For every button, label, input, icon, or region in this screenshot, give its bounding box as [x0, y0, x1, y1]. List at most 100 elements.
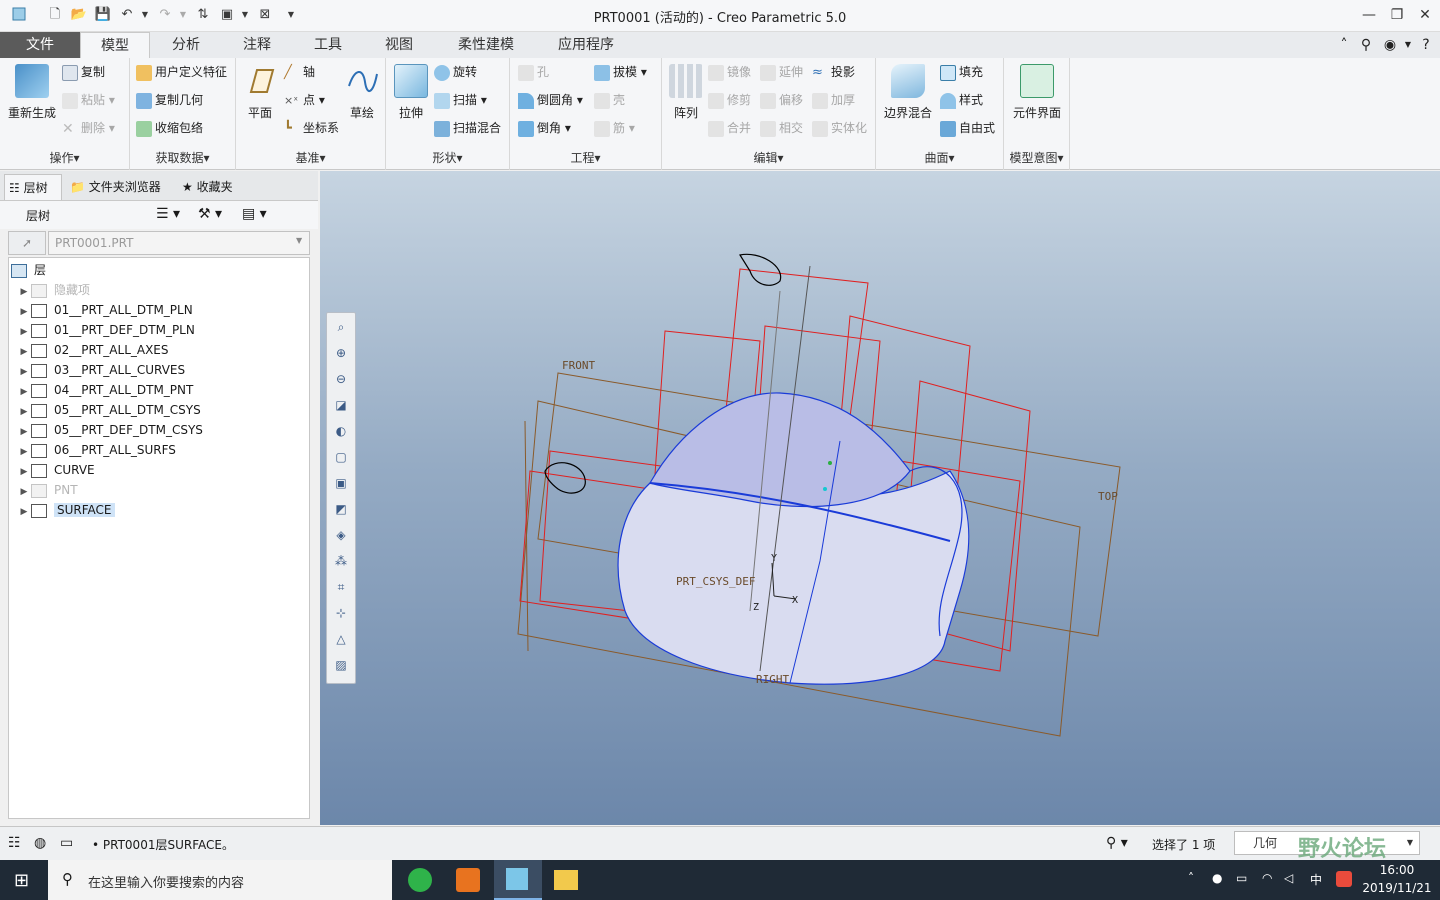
- draft-button[interactable]: 拔模 ▾: [594, 61, 647, 83]
- extend-button[interactable]: 延伸: [760, 61, 803, 83]
- pattern-button[interactable]: 阵列: [666, 64, 706, 121]
- expand-arrow-icon[interactable]: ▶: [17, 462, 31, 482]
- group-get-data-label[interactable]: 获取数据▾: [130, 149, 235, 166]
- combo-dropdown-icon[interactable]: ▼: [296, 236, 302, 245]
- expand-arrow-icon[interactable]: ▶: [17, 342, 31, 362]
- collapse-ribbon-icon[interactable]: ˄: [1334, 35, 1354, 55]
- sogou-icon[interactable]: [1336, 871, 1352, 887]
- tab-view[interactable]: 视图: [364, 32, 434, 58]
- style-button[interactable]: 样式: [940, 89, 983, 111]
- tree-root[interactable]: 层: [11, 260, 46, 280]
- view-manager-icon[interactable]: ▣: [333, 475, 349, 491]
- tab-analysis[interactable]: 分析: [152, 32, 220, 58]
- rib-button[interactable]: 筋 ▾: [594, 117, 635, 139]
- browser-app-icon[interactable]: [408, 868, 432, 892]
- qq-icon[interactable]: ●: [1212, 871, 1222, 885]
- fullscreen-icon[interactable]: ▭: [60, 835, 73, 851]
- tab-model[interactable]: 模型: [80, 32, 150, 59]
- layer-row[interactable]: ▶ 05__PRT_DEF_DTM_CSYS: [17, 420, 203, 440]
- extrude-button[interactable]: 拉伸: [390, 64, 432, 121]
- display-style-icon[interactable]: ◐: [333, 423, 349, 439]
- solidify-button[interactable]: 实体化: [812, 117, 867, 139]
- windows-start-icon[interactable]: ⊞: [14, 870, 29, 891]
- thicken-button[interactable]: 加厚: [812, 89, 855, 111]
- csys-display-icon[interactable]: △: [333, 631, 349, 647]
- battery-icon[interactable]: ▭: [1236, 871, 1247, 885]
- layer-row[interactable]: ▶ PNT: [17, 480, 78, 500]
- taskbar-search[interactable]: ⚲ 在这里输入你要搜索的内容: [48, 860, 392, 900]
- group-surfaces-label[interactable]: 曲面▾: [876, 149, 1003, 166]
- layer-row[interactable]: ▶ 02__PRT_ALL_AXES: [17, 340, 169, 360]
- volume-icon[interactable]: ◁: [1284, 871, 1293, 885]
- hole-button[interactable]: 孔: [518, 61, 549, 83]
- mindmap-app-icon[interactable]: [456, 868, 480, 892]
- datum-display-icon[interactable]: ⁂: [333, 553, 349, 569]
- section-icon[interactable]: ◈: [333, 527, 349, 543]
- group-operations-label[interactable]: 操作▾: [0, 149, 129, 166]
- boundary-blend-button[interactable]: 边界混合: [880, 64, 936, 121]
- group-datum-label[interactable]: 基准▾: [236, 149, 385, 166]
- plane-button[interactable]: 平面: [240, 64, 280, 121]
- chamfer-button[interactable]: 倒角 ▾: [518, 117, 571, 139]
- tab-tools[interactable]: 工具: [294, 32, 362, 58]
- copy-button[interactable]: 复制: [62, 61, 105, 83]
- wifi-icon[interactable]: ◠: [1262, 871, 1272, 885]
- expand-arrow-icon[interactable]: ▶: [17, 422, 31, 442]
- repaint-icon[interactable]: ◪: [333, 397, 349, 413]
- point-button[interactable]: ×ˣ 点 ▾: [284, 89, 325, 111]
- group-model-intent-label[interactable]: 模型意图▾: [1004, 149, 1069, 166]
- help-question-icon[interactable]: ?: [1416, 35, 1436, 55]
- layer-row[interactable]: ▶ SURFACE: [17, 500, 115, 520]
- fill-button[interactable]: 填充: [940, 61, 983, 83]
- tab-favorites[interactable]: ★ 收藏夹: [178, 174, 248, 200]
- component-interface-button[interactable]: 元件界面: [1008, 64, 1066, 121]
- expand-arrow-icon[interactable]: ▶: [17, 362, 31, 382]
- intersect-button[interactable]: 相交: [760, 117, 803, 139]
- zoom-in-icon[interactable]: ⊕: [333, 345, 349, 361]
- saved-orientations-icon[interactable]: ▢: [333, 449, 349, 465]
- sweep-button[interactable]: 扫描 ▾: [434, 89, 487, 111]
- expand-arrow-icon[interactable]: ▶: [17, 382, 31, 402]
- search-icon[interactable]: ⚲: [1356, 35, 1376, 55]
- merge-button[interactable]: 合并: [708, 117, 751, 139]
- tray-overflow-icon[interactable]: ˄: [1188, 871, 1194, 885]
- select-pointer-icon[interactable]: ➚: [8, 231, 46, 255]
- expand-arrow-icon[interactable]: ▶: [17, 402, 31, 422]
- find-icon[interactable]: ⚲ ▾: [1106, 835, 1128, 851]
- project-button[interactable]: ≈ 投影: [812, 61, 855, 83]
- appearance-icon[interactable]: ▨: [333, 657, 349, 673]
- freestyle-button[interactable]: 自由式: [940, 117, 995, 139]
- restore-icon[interactable]: ❐: [1384, 4, 1410, 26]
- graphics-area[interactable]: FRONT TOP RIGHT PRT_CSYS_DEF X Y Z: [320, 171, 1440, 825]
- close-icon[interactable]: ✕: [1412, 4, 1438, 26]
- trim-button[interactable]: 修剪: [708, 89, 751, 111]
- tab-folder-browser[interactable]: 📁 文件夹浏览器: [66, 174, 174, 200]
- csys-button[interactable]: ┗ 坐标系: [284, 117, 339, 139]
- layers-menu-icon[interactable]: ☰ ▾: [156, 206, 180, 222]
- layer-row[interactable]: ▶ 01__PRT_ALL_DTM_PLN: [17, 300, 193, 320]
- tab-file[interactable]: 文件: [0, 32, 80, 58]
- creo-taskbar-button[interactable]: [494, 860, 542, 900]
- revolve-button[interactable]: 旋转: [434, 61, 477, 83]
- perspective-icon[interactable]: ◩: [333, 501, 349, 517]
- sketch-button[interactable]: 草绘: [342, 64, 382, 121]
- expand-arrow-icon[interactable]: ▶: [17, 282, 31, 302]
- offset-button[interactable]: 偏移: [760, 89, 803, 111]
- shrinkwrap-button[interactable]: 收缩包络: [136, 117, 203, 139]
- layer-row[interactable]: ▶ 04__PRT_ALL_DTM_PNT: [17, 380, 193, 400]
- help-icon[interactable]: ◉: [1380, 35, 1400, 55]
- navigator-toggle-icon[interactable]: ☷: [8, 835, 21, 851]
- clock-date[interactable]: 2019/11/21: [1362, 881, 1432, 895]
- tab-annotate[interactable]: 注释: [222, 32, 292, 58]
- layer-tools-icon[interactable]: ⚒ ▾: [198, 206, 222, 222]
- file-explorer-icon[interactable]: [554, 870, 578, 890]
- paste-button[interactable]: 粘贴 ▾: [62, 89, 115, 111]
- zoom-out-icon[interactable]: ⊖: [333, 371, 349, 387]
- regenerate-button[interactable]: 重新生成: [4, 64, 60, 121]
- minimize-icon[interactable]: —: [1356, 4, 1382, 26]
- udf-button[interactable]: 用户定义特征: [136, 61, 227, 83]
- help-dropdown-icon[interactable]: ▼: [1398, 35, 1418, 55]
- expand-arrow-icon[interactable]: ▶: [17, 302, 31, 322]
- axis-button[interactable]: ╱ 轴: [284, 61, 315, 83]
- copy-geometry-button[interactable]: 复制几何: [136, 89, 203, 111]
